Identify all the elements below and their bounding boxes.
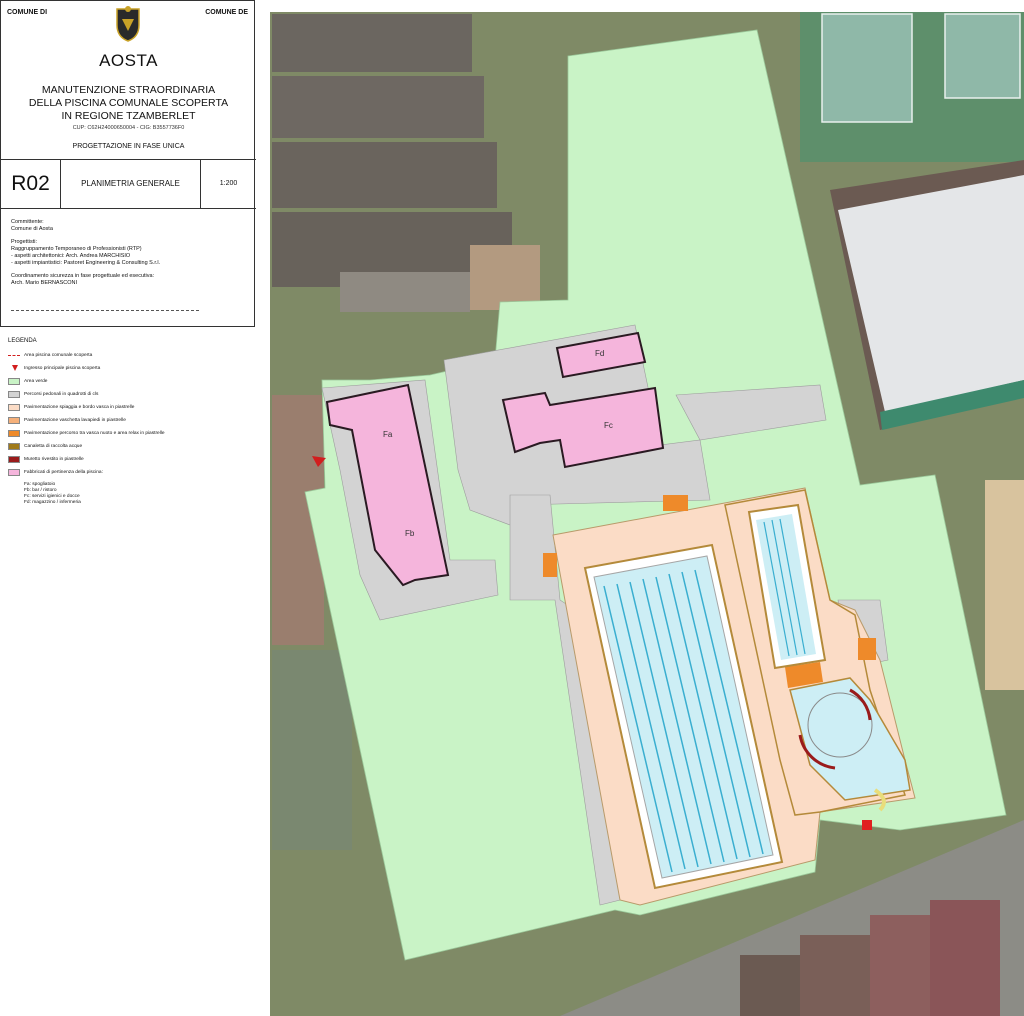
comune-left: COMUNE DI	[7, 9, 48, 16]
label-fc: Fc	[604, 421, 613, 430]
legend-swatch	[8, 391, 20, 398]
legend-item: Pavimentazione spiaggia e bordo vasca in…	[8, 404, 253, 414]
legend-item: Muretto rivestito in piastrelle	[8, 456, 253, 466]
legend-item: Fabbricati di pertinenza della piscina:	[8, 469, 253, 479]
legend-swatch	[8, 355, 20, 356]
legend-title: LEGENDA	[8, 338, 37, 344]
legend-swatch	[8, 430, 20, 437]
legend-swatch	[8, 417, 20, 424]
legend-swatch	[8, 443, 20, 450]
project-line-3: IN REGIONE TZAMBERLET	[61, 110, 196, 122]
legend-swatch	[8, 469, 20, 476]
title-block: COMUNE DI COMUNE DE AOSTA MANUTENZIONE S…	[0, 0, 256, 327]
legend-label: Pavimentazione percorso tra vasca nuoto …	[24, 431, 165, 436]
legend-label: Pavimentazione vaschetta lavapiedi in pi…	[24, 418, 126, 423]
project-line-2: DELLA PISCINA COMUNALE SCOPERTA	[28, 97, 229, 109]
legend-item: Pavimentazione vaschetta lavapiedi in pi…	[8, 417, 253, 427]
legend-label: Canaletta di raccolta acque	[24, 444, 83, 449]
legend-swatch	[12, 365, 18, 371]
legend-label: Area piscina comunale scoperta	[24, 353, 93, 358]
design-phase: PROGETTAZIONE IN FASE UNICA	[72, 143, 185, 150]
legend-label: Pavimentazione spiaggia e bordo vasca in…	[24, 405, 135, 410]
safety-label: Coordinamento sicurezza in fase progettu…	[11, 273, 155, 279]
safety-coordinator: Arch. Mario BERNASCONI	[11, 280, 78, 286]
legend-swatch	[8, 456, 20, 463]
aosta-crest-icon	[116, 6, 140, 42]
architect: - aspetti architettonici: Arch. Andrea M…	[11, 253, 131, 259]
title-sheet: COMUNE DI COMUNE DE AOSTA MANUTENZIONE S…	[0, 0, 256, 1016]
label-fd: Fd	[595, 349, 604, 358]
legend-label: Muretto rivestito in piastrelle	[24, 457, 84, 462]
legend-item: Canaletta di raccolta acque	[8, 443, 253, 453]
cup-cig-code: CUP: C62H24000650004 - CIG: B3557736F0	[72, 125, 185, 131]
committente-label: Committente:	[11, 219, 44, 225]
label-fa: Fa	[383, 430, 393, 439]
sheet-scale: 1:200	[219, 180, 238, 187]
label-fb: Fb	[405, 529, 415, 538]
legend-swatch	[8, 404, 20, 411]
tennis-courts	[800, 12, 1024, 162]
legend-label: Ingresso principale piscina scoperta	[24, 366, 101, 371]
rtp: Raggruppamento Temporaneo di Professioni…	[11, 246, 142, 252]
signature-line	[11, 310, 199, 311]
legend-label: Area verde	[24, 379, 48, 384]
legend: LEGENDA Area piscina comunale scoperta In…	[8, 338, 253, 506]
sheet-code: R02	[1, 160, 61, 208]
progettisti-label: Progettisti:	[11, 239, 37, 245]
engineering: - aspetti impiantistici: Pastoret Engine…	[11, 260, 161, 266]
project-line-1: MANUTENZIONE STRAORDINARIA	[41, 84, 216, 96]
legend-item: Pavimentazione percorso tra vasca nuoto …	[8, 430, 253, 440]
legend-item: Area piscina comunale scoperta	[8, 352, 253, 362]
legend-label: Percorsi pedonali in quadrotti di cls	[24, 392, 99, 397]
city-name: AOSTA	[99, 51, 158, 70]
legend-item: Area verde	[8, 378, 253, 388]
legend-swatch	[8, 378, 20, 385]
committente: Comune di Aosta	[11, 226, 53, 232]
site-plan: Fa Fb Fc Fd	[270, 12, 1024, 1016]
sheet-title: PLANIMETRIA GENERALE	[61, 160, 201, 208]
legend-item: Ingresso principale piscina scoperta	[8, 365, 253, 375]
legend-item: Percorsi pedonali in quadrotti di cls	[8, 391, 253, 401]
sheet-id-row: R02 PLANIMETRIA GENERALE 1:200	[1, 159, 256, 209]
credits: Committente: Comune di Aosta Progettisti…	[11, 219, 251, 287]
building-fd: Fd: magazzino / infermeria	[24, 500, 81, 505]
legend-label: Fabbricati di pertinenza della piscina:	[24, 470, 103, 475]
comune-right: COMUNE DE	[205, 9, 248, 16]
